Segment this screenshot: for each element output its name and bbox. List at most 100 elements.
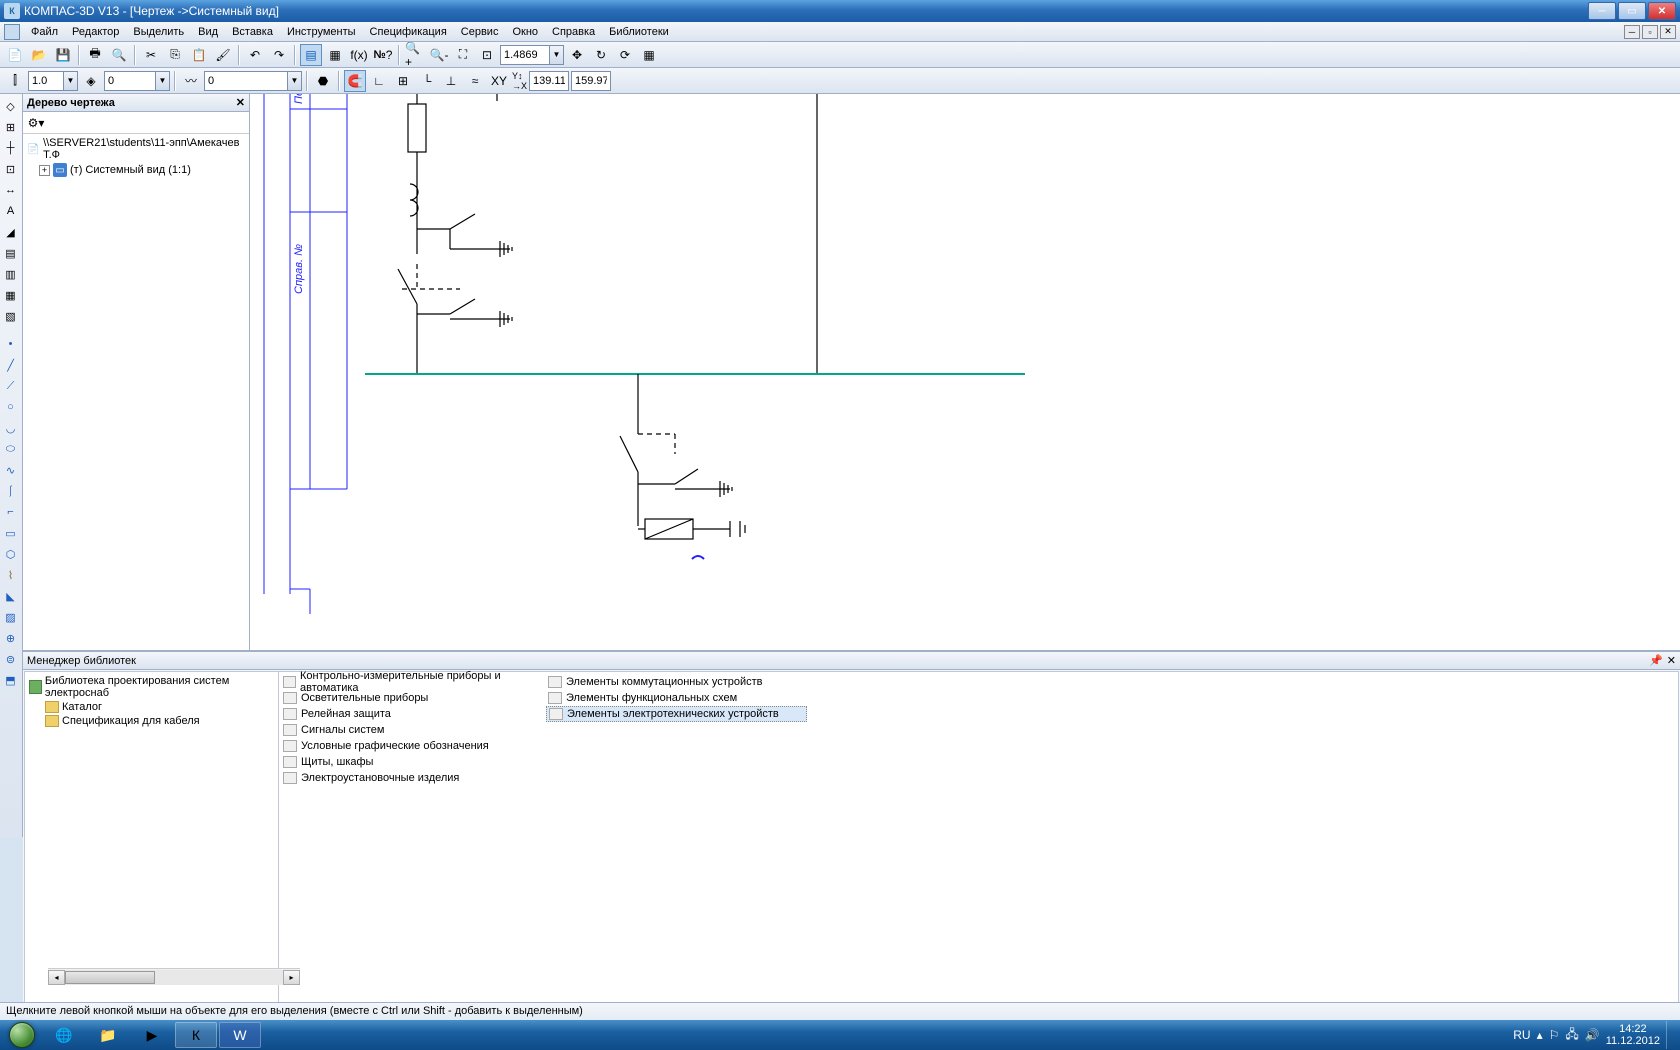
circle-tool[interactable]: ○ — [0, 397, 21, 417]
task-explorer[interactable]: 📁 — [87, 1022, 129, 1048]
help-cursor-button[interactable]: №? — [372, 44, 394, 66]
expand-icon[interactable]: + — [39, 165, 50, 176]
lib-item[interactable]: Сигналы систем — [281, 722, 542, 738]
arc-tool[interactable]: ◡ — [0, 418, 21, 438]
text-tool[interactable]: A — [0, 201, 21, 221]
doc-minimize-button[interactable]: ─ — [1624, 25, 1640, 39]
library-tree[interactable]: Библиотека проектирования систем электро… — [25, 672, 279, 1005]
point-tool[interactable]: ┼ — [0, 138, 21, 158]
collect-tool[interactable]: ⊕ — [0, 628, 21, 648]
cut-button[interactable]: ✂ — [140, 44, 162, 66]
preview-button[interactable]: 🔍 — [108, 44, 130, 66]
doc-close-button[interactable]: ✕ — [1660, 25, 1676, 39]
libtree-row[interactable]: Библиотека проектирования систем электро… — [27, 674, 276, 700]
pan-button[interactable]: ✥ — [566, 44, 588, 66]
perp-button[interactable]: ⊥ — [440, 70, 462, 92]
layer-input[interactable] — [104, 71, 156, 91]
scroll-track[interactable] — [65, 970, 279, 985]
dropdown-icon[interactable]: ▼ — [550, 45, 564, 65]
zoom-plus-button[interactable]: 🔍+ — [404, 44, 426, 66]
lib-item[interactable]: Щиты, шкафы — [281, 754, 542, 770]
ortho-button[interactable]: ∟ — [368, 70, 390, 92]
aux-line-tool[interactable]: ⟋ — [0, 376, 21, 396]
refresh-button[interactable]: ⟳ — [614, 44, 636, 66]
doc-restore-button[interactable]: ▫ — [1642, 25, 1658, 39]
lib-item[interactable]: Условные графические обозначения — [281, 738, 542, 754]
coord-y-input[interactable] — [571, 71, 611, 91]
tray-network-icon[interactable]: 🖧 — [1565, 1025, 1578, 1046]
dimension-tool[interactable]: ↔ — [0, 180, 21, 200]
tray-show-hidden-icon[interactable]: ▴ — [1537, 1028, 1543, 1042]
xy-button[interactable]: XY — [488, 70, 510, 92]
save-button[interactable]: 💾 — [52, 44, 74, 66]
state-button[interactable]: ⫿ — [4, 70, 26, 92]
tray-action-icon[interactable]: ⚐ — [1549, 1028, 1560, 1042]
start-button[interactable] — [2, 1021, 42, 1049]
format-painter-button[interactable]: 🖌 — [212, 44, 234, 66]
polyline-tool[interactable]: ⌇ — [0, 565, 21, 585]
report-tool[interactable]: ▥ — [0, 264, 21, 284]
copy-button[interactable]: ⎘ — [164, 44, 186, 66]
new-button[interactable]: 📄 — [4, 44, 26, 66]
lib-item[interactable]: Электроустановочные изделия — [281, 770, 542, 786]
dropdown-icon[interactable]: ▼ — [288, 71, 302, 91]
lib-item-selected[interactable]: Элементы электротехнических устройств — [546, 706, 807, 722]
show-desktop-button[interactable] — [1666, 1021, 1674, 1049]
menu-file[interactable]: Файл — [24, 24, 65, 40]
library-close-button[interactable]: ✕ — [1667, 654, 1676, 667]
libtree-row[interactable]: Спецификация для кабеля — [27, 714, 276, 728]
measure-tool[interactable]: ▧ — [0, 306, 21, 326]
variable-button[interactable]: ▦ — [324, 44, 346, 66]
geometry-tool[interactable]: ◇ — [0, 96, 21, 116]
minimize-button[interactable]: ─ — [1588, 2, 1616, 20]
tree-config-button[interactable]: ⚙▾ — [27, 114, 45, 132]
zoom-scale-combo[interactable]: ▼ — [500, 45, 564, 65]
select-tool[interactable]: ⊞ — [0, 117, 21, 137]
menu-service[interactable]: Сервис — [454, 24, 506, 40]
fit-button[interactable]: ▦ — [638, 44, 660, 66]
tree-close-button[interactable]: ✕ — [236, 96, 245, 109]
tree-child-row[interactable]: + ▭ (т) Системный вид (1:1) — [25, 162, 247, 178]
spec-tool[interactable]: ▤ — [0, 243, 21, 263]
equid-tool[interactable]: ⊜ — [0, 649, 21, 669]
tray-clock[interactable]: 14:22 11.12.2012 — [1606, 1023, 1660, 1047]
menu-view[interactable]: Вид — [191, 24, 225, 40]
edit-tool[interactable]: ◢ — [0, 222, 21, 242]
dropdown-icon[interactable]: ▼ — [156, 71, 170, 91]
lib-item[interactable]: Элементы функциональных схем — [546, 690, 807, 706]
redo-button[interactable]: ↷ — [268, 44, 290, 66]
lib-item[interactable]: Релейная защита — [281, 706, 542, 722]
style-input[interactable] — [28, 71, 64, 91]
task-ie[interactable]: 🌐 — [43, 1022, 85, 1048]
library-pin-button[interactable]: 📌 — [1649, 654, 1663, 667]
menu-tools[interactable]: Инструменты — [280, 24, 363, 40]
menu-spec[interactable]: Спецификация — [363, 24, 454, 40]
zoom-window-button[interactable]: ⛶ — [452, 44, 474, 66]
library-list[interactable]: Контрольно-измерительные приборы и автом… — [279, 672, 1678, 1005]
layer-button[interactable]: ◈ — [80, 70, 102, 92]
stop-button[interactable]: ⬣ — [312, 70, 334, 92]
task-kompas[interactable]: К — [175, 1022, 217, 1048]
grid-button[interactable]: ⊞ — [392, 70, 414, 92]
polygon-tool[interactable]: ⬡ — [0, 544, 21, 564]
scroll-left-button[interactable]: ◂ — [48, 970, 65, 985]
hatch-tool[interactable]: ▨ — [0, 607, 21, 627]
undo-button[interactable]: ↶ — [244, 44, 266, 66]
lcs-button[interactable]: └ — [416, 70, 438, 92]
menu-help[interactable]: Справка — [545, 24, 602, 40]
spline-tool[interactable]: ∿ — [0, 460, 21, 480]
task-wmplayer[interactable]: ▶ — [131, 1022, 173, 1048]
menu-editor[interactable]: Редактор — [65, 24, 126, 40]
menu-window[interactable]: Окно — [505, 24, 545, 40]
chamfer-tool[interactable]: ◣ — [0, 586, 21, 606]
library-button[interactable]: ▤ — [300, 44, 322, 66]
bezier-tool[interactable]: ⎰ — [0, 481, 21, 501]
zoom-scale-input[interactable] — [500, 45, 550, 65]
rect-tool[interactable]: ▭ — [0, 523, 21, 543]
dropdown-icon[interactable]: ▼ — [64, 71, 78, 91]
print-button[interactable]: 🖶 — [84, 44, 106, 66]
point-geom-tool[interactable]: • — [0, 334, 21, 354]
menu-select[interactable]: Выделить — [126, 24, 191, 40]
zoom-minus-button[interactable]: 🔍- — [428, 44, 450, 66]
line-tool[interactable]: ╱ — [0, 355, 21, 375]
